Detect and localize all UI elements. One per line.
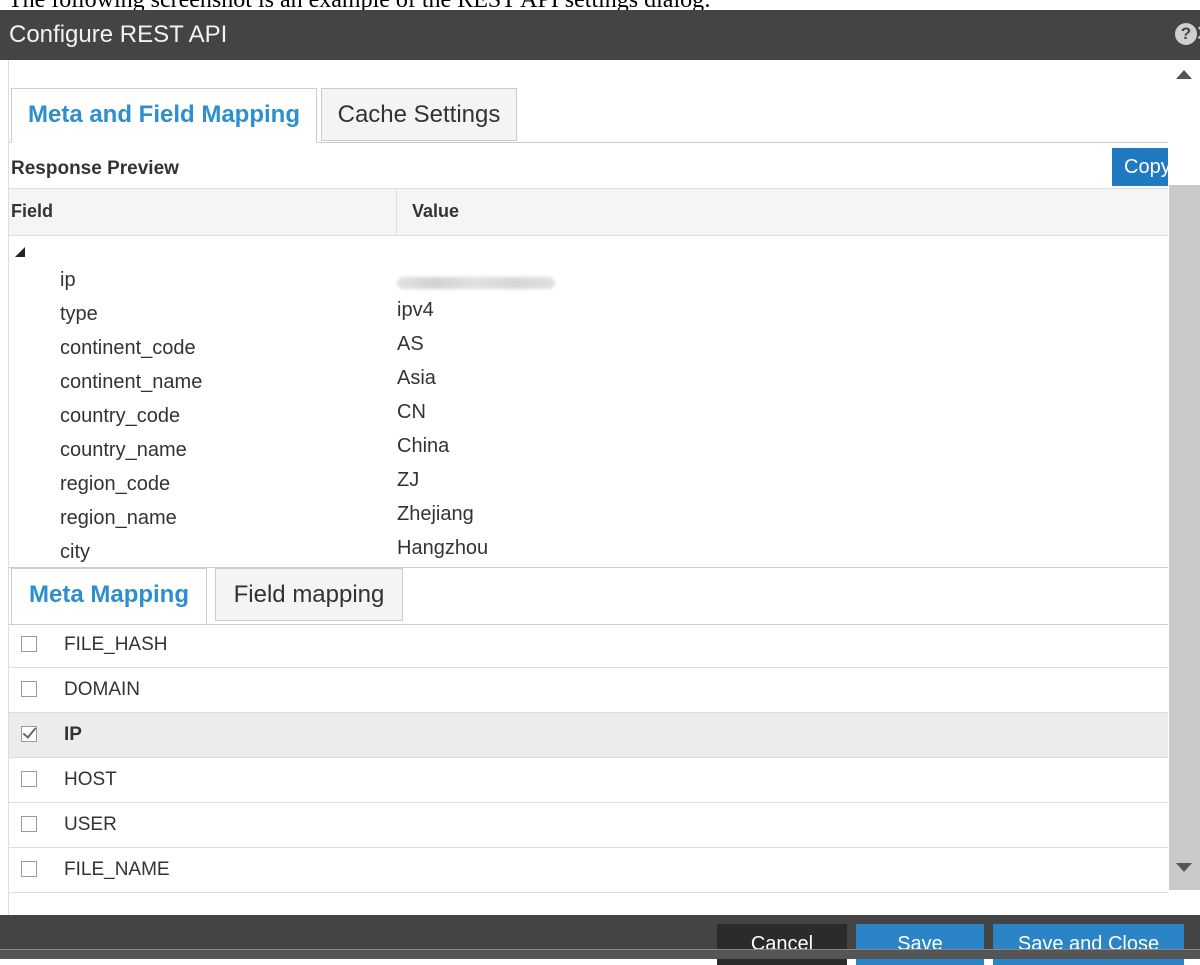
scroll-down-arrow-icon[interactable] bbox=[1176, 863, 1192, 872]
scroll-up-arrow-icon[interactable] bbox=[1176, 70, 1192, 79]
checkbox[interactable] bbox=[21, 681, 37, 697]
meta-list-item[interactable]: USER bbox=[9, 803, 1169, 848]
column-header-field[interactable]: Field bbox=[11, 201, 53, 222]
preview-field-value: Zhejiang bbox=[397, 503, 474, 525]
preview-field-name: continent_name bbox=[60, 371, 203, 393]
preview-field-name: region_code bbox=[60, 473, 171, 495]
collapse-triangle-icon[interactable] bbox=[15, 247, 25, 257]
preview-row: continent_code AS bbox=[9, 331, 1169, 365]
meta-item-label: FILE_HASH bbox=[64, 634, 168, 655]
tab-meta-and-field-mapping[interactable]: Meta and Field Mapping bbox=[11, 88, 317, 143]
tab-cache-settings[interactable]: Cache Settings bbox=[321, 88, 517, 141]
preview-row: city Hangzhou bbox=[9, 535, 1169, 563]
preview-grid-header: Field Value bbox=[9, 188, 1169, 236]
preview-row: continent_name Asia bbox=[9, 365, 1169, 399]
checkbox[interactable] bbox=[21, 861, 37, 877]
scrollbar-thumb[interactable] bbox=[1169, 185, 1200, 890]
preview-field-value: ZJ bbox=[397, 469, 420, 491]
meta-list-item-selected[interactable]: IP bbox=[9, 713, 1169, 758]
preview-field-value: Hangzhou bbox=[397, 537, 489, 559]
response-preview-label: Response Preview bbox=[11, 158, 179, 179]
preview-row: region_name Zhejiang bbox=[9, 501, 1169, 535]
vertical-scrollbar[interactable] bbox=[1168, 60, 1200, 915]
dialog-titlebar: Configure REST API ? × bbox=[0, 10, 1200, 60]
top-tab-bar: Meta and Field Mapping Cache Settings bbox=[9, 88, 1169, 143]
meta-item-label: FILE_NAME bbox=[64, 859, 170, 880]
preview-row: country_name China bbox=[9, 433, 1169, 467]
preview-row: ip bbox=[9, 263, 1169, 297]
blurred-ip-value bbox=[397, 277, 555, 289]
preview-field-name: type bbox=[60, 303, 98, 325]
meta-item-label: DOMAIN bbox=[64, 679, 140, 700]
preview-field-name: city bbox=[60, 541, 90, 563]
tab-meta-mapping[interactable]: Meta Mapping bbox=[11, 568, 207, 624]
preview-field-name: ip bbox=[60, 269, 76, 291]
help-icon[interactable]: ? bbox=[1175, 23, 1197, 45]
tab-field-mapping[interactable]: Field mapping bbox=[215, 568, 403, 621]
meta-mapping-list: FILE_HASH DOMAIN IP HOST USER FILE_NAME bbox=[9, 623, 1169, 915]
preview-field-name: country_code bbox=[60, 405, 181, 427]
meta-list-item[interactable]: HOST bbox=[9, 758, 1169, 803]
preview-row: type ipv4 bbox=[9, 297, 1169, 331]
meta-item-label: IP bbox=[64, 724, 82, 745]
preview-field-value: ipv4 bbox=[397, 299, 434, 321]
checkbox[interactable] bbox=[21, 636, 37, 652]
preview-field-value: Asia bbox=[397, 367, 436, 389]
checkbox[interactable] bbox=[21, 816, 37, 832]
preview-field-value: China bbox=[397, 435, 450, 457]
bottom-tab-bar: Meta Mapping Field mapping bbox=[9, 567, 1169, 625]
preview-field-value: CN bbox=[397, 401, 426, 423]
meta-list-item[interactable]: DOMAIN bbox=[9, 668, 1169, 713]
meta-list-item[interactable]: FILE_HASH bbox=[9, 623, 1169, 668]
dialog-title: Configure REST API bbox=[9, 21, 228, 48]
copy-button[interactable]: Copy bbox=[1112, 148, 1169, 186]
preview-field-name: country_name bbox=[60, 439, 187, 461]
meta-item-label: USER bbox=[64, 814, 117, 835]
preview-row: country_code CN bbox=[9, 399, 1169, 433]
preview-grid-body: ip type ipv4 continent_code AS continent… bbox=[9, 235, 1169, 563]
meta-item-label: HOST bbox=[64, 769, 117, 790]
preview-field-name: region_name bbox=[60, 507, 177, 529]
column-divider[interactable] bbox=[396, 189, 397, 235]
page-caption: The following screenshot is an example o… bbox=[8, 0, 1200, 10]
column-header-value[interactable]: Value bbox=[412, 201, 459, 222]
close-icon[interactable]: × bbox=[1196, 19, 1200, 47]
meta-list-item[interactable]: FILE_NAME bbox=[9, 848, 1169, 893]
preview-row: region_code ZJ bbox=[9, 467, 1169, 501]
preview-field-value: AS bbox=[397, 333, 424, 355]
preview-field-name: continent_code bbox=[60, 337, 196, 359]
checkbox-checked[interactable] bbox=[21, 726, 37, 742]
dialog-content: Meta and Field Mapping Cache Settings Re… bbox=[8, 60, 1169, 915]
checkbox[interactable] bbox=[21, 771, 37, 787]
